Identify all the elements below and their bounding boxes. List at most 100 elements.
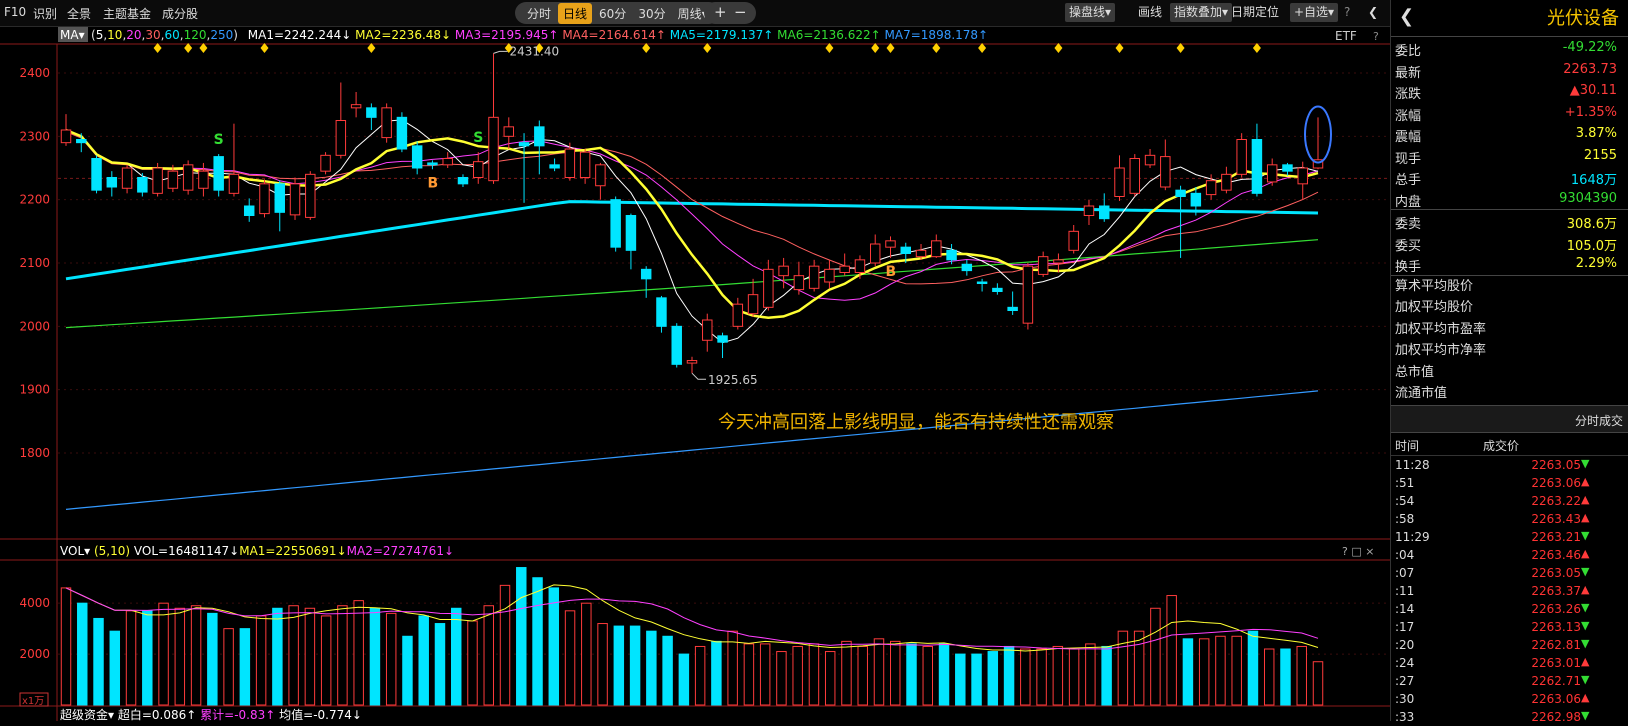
valuation-link[interactable]: 总市值 (1391, 362, 1628, 384)
valuation-link[interactable]: 加权平均市净率 (1391, 340, 1628, 362)
back-icon[interactable]: ❮ (1399, 6, 1414, 27)
price-column-header: 成交价 (1483, 438, 1520, 453)
tick-price: 2263.06 (1531, 691, 1581, 706)
candle-body (91, 158, 102, 191)
volume-bar (1247, 630, 1259, 706)
candle-body (198, 170, 209, 189)
tick-price: 2263.37 (1531, 583, 1581, 598)
draw-line-button[interactable]: 画线 (1134, 3, 1166, 22)
quote-value: 2263.73 (1563, 61, 1617, 77)
candle-body (1068, 230, 1079, 251)
down-arrow-icon: ▼ (1581, 600, 1590, 614)
tick-price: 2263.22 (1531, 493, 1581, 508)
theme-fund-button[interactable]: 主题基金 (103, 5, 151, 22)
constituents-button[interactable]: 成分股 (162, 5, 198, 22)
quote-value: 1648万 (1570, 173, 1617, 188)
quote-value: 2.29% (1575, 256, 1617, 271)
candle-body (137, 177, 148, 193)
tick-time: 11:28 (1395, 457, 1430, 472)
etf-label[interactable]: ETF (1335, 29, 1357, 43)
quote-label: 委比 (1395, 44, 1422, 59)
volume-bar (808, 643, 820, 706)
volume-bar (1182, 638, 1194, 706)
price-tick-label: 2000 (19, 319, 50, 333)
help-icon[interactable]: ? (1340, 3, 1354, 22)
ticks-list[interactable]: 11:28 2263.05 ▼:51 2263.06 ▲:54 2263.22 ▲:58 22… (1391, 456, 1628, 726)
top-toolbar: F10 识别 全景 主题基金 成分股 分时 日线 60分 30分 周线▾ + −… (0, 0, 1390, 27)
date-locate-button[interactable]: 日期定位 (1227, 3, 1283, 22)
high-label: 2431.40 (510, 44, 560, 58)
volume-bar (174, 607, 186, 706)
volume-bar (759, 643, 771, 706)
zoom-out-button[interactable]: − (734, 3, 747, 21)
strategy-line-dropdown[interactable]: 操盘线▾ (1065, 3, 1116, 22)
candle-body (396, 116, 408, 150)
up-arrow-icon: ▲ (1581, 654, 1590, 668)
quote-label: 涨幅 (1395, 108, 1422, 124)
candle-body (656, 297, 667, 327)
volume-bar (743, 643, 755, 706)
sell-signal: S (473, 130, 483, 146)
candle-body (503, 126, 515, 137)
quote-value: 9304390 (1559, 190, 1617, 206)
overview-button[interactable]: 全景 (67, 5, 91, 22)
collapse-panel-icon[interactable]: ❮ (1364, 3, 1382, 22)
index-overlay-dropdown[interactable]: 指数叠加▾ (1170, 3, 1233, 22)
valuation-link[interactable]: 算术平均股价 (1391, 276, 1628, 298)
volume-bar (1280, 648, 1291, 706)
valuation-link[interactable]: 流通市值 (1391, 383, 1628, 405)
volume-bar (60, 587, 72, 706)
watchlist-dropdown[interactable]: +自选▾ (1290, 3, 1339, 22)
ticks-column-header: 时间 成交价 (1391, 433, 1628, 456)
sector-name: 光伏设备 (1547, 8, 1619, 29)
period-60min-tab[interactable]: 60分 (594, 3, 631, 24)
volume-bar (597, 623, 608, 706)
quote-value: ▲30.11 (1569, 83, 1617, 98)
down-arrow-icon: ▼ (1581, 564, 1590, 578)
tick-time: :20 (1395, 637, 1415, 652)
ma-selector[interactable]: MA▾ (60, 28, 85, 42)
volume-bar (1036, 648, 1047, 706)
tick-time: :24 (1395, 655, 1415, 670)
volume-bar (646, 630, 657, 706)
ticks-title[interactable]: 分时成交 (1575, 412, 1623, 429)
f10-button[interactable]: F10 (4, 5, 26, 19)
candle-body (1083, 205, 1095, 216)
zoom-in-button[interactable]: + (714, 3, 727, 21)
volume-bar (532, 577, 543, 706)
tick-price: 2263.01 (1531, 655, 1581, 670)
valuation-link[interactable]: 加权平均市盈率 (1391, 319, 1628, 341)
kline-chart[interactable]: MA▾ (5,10,20,30,60,120,250) MA1=2242.244… (0, 26, 1390, 721)
candle-body (625, 215, 637, 251)
volume-bar (564, 610, 576, 706)
quote-stats: 委比 -49.22% 最新 2263.73 涨跌 ▲30.11 涨幅 +1.35% 震幅 3.87… (1391, 37, 1628, 210)
vol-pane-controls[interactable]: ? □ × (1342, 545, 1374, 558)
period-minute-tab[interactable]: 分时 (522, 3, 556, 24)
recognize-button[interactable]: 识别 (33, 5, 57, 22)
volume-bar (1085, 643, 1096, 706)
tick-time: :27 (1395, 673, 1415, 688)
volume-bar (125, 610, 137, 706)
tick-row: :54 2263.22 ▲ (1391, 492, 1628, 510)
price-tick-label: 2400 (19, 66, 50, 80)
candle-body (182, 164, 194, 191)
volume-bar (694, 645, 706, 706)
volume-bar (1296, 645, 1307, 706)
quote-value: 3.87% (1575, 126, 1617, 141)
candle-body (1022, 265, 1034, 324)
period-daily-tab[interactable]: 日线 (558, 2, 593, 24)
period-30min-tab[interactable]: 30分 (633, 3, 670, 24)
up-arrow-icon: ▲ (1581, 474, 1590, 488)
tick-row: :07 2263.05 ▼ (1391, 564, 1628, 582)
tick-time: :14 (1395, 601, 1415, 616)
tick-row: :20 2262.81 ▼ (1391, 636, 1628, 654)
tick-price: 2263.21 (1531, 529, 1581, 544)
valuation-link[interactable]: 加权平均股价 (1391, 297, 1628, 319)
price-tick-label: 1900 (19, 383, 50, 397)
candle-body (518, 142, 530, 147)
candle-body (259, 183, 270, 215)
tick-price: 2263.26 (1531, 601, 1581, 616)
volume-bar (873, 638, 885, 706)
price-tick-label: 2300 (19, 129, 50, 143)
price-pane-help-icon[interactable]: ? (1373, 30, 1379, 43)
